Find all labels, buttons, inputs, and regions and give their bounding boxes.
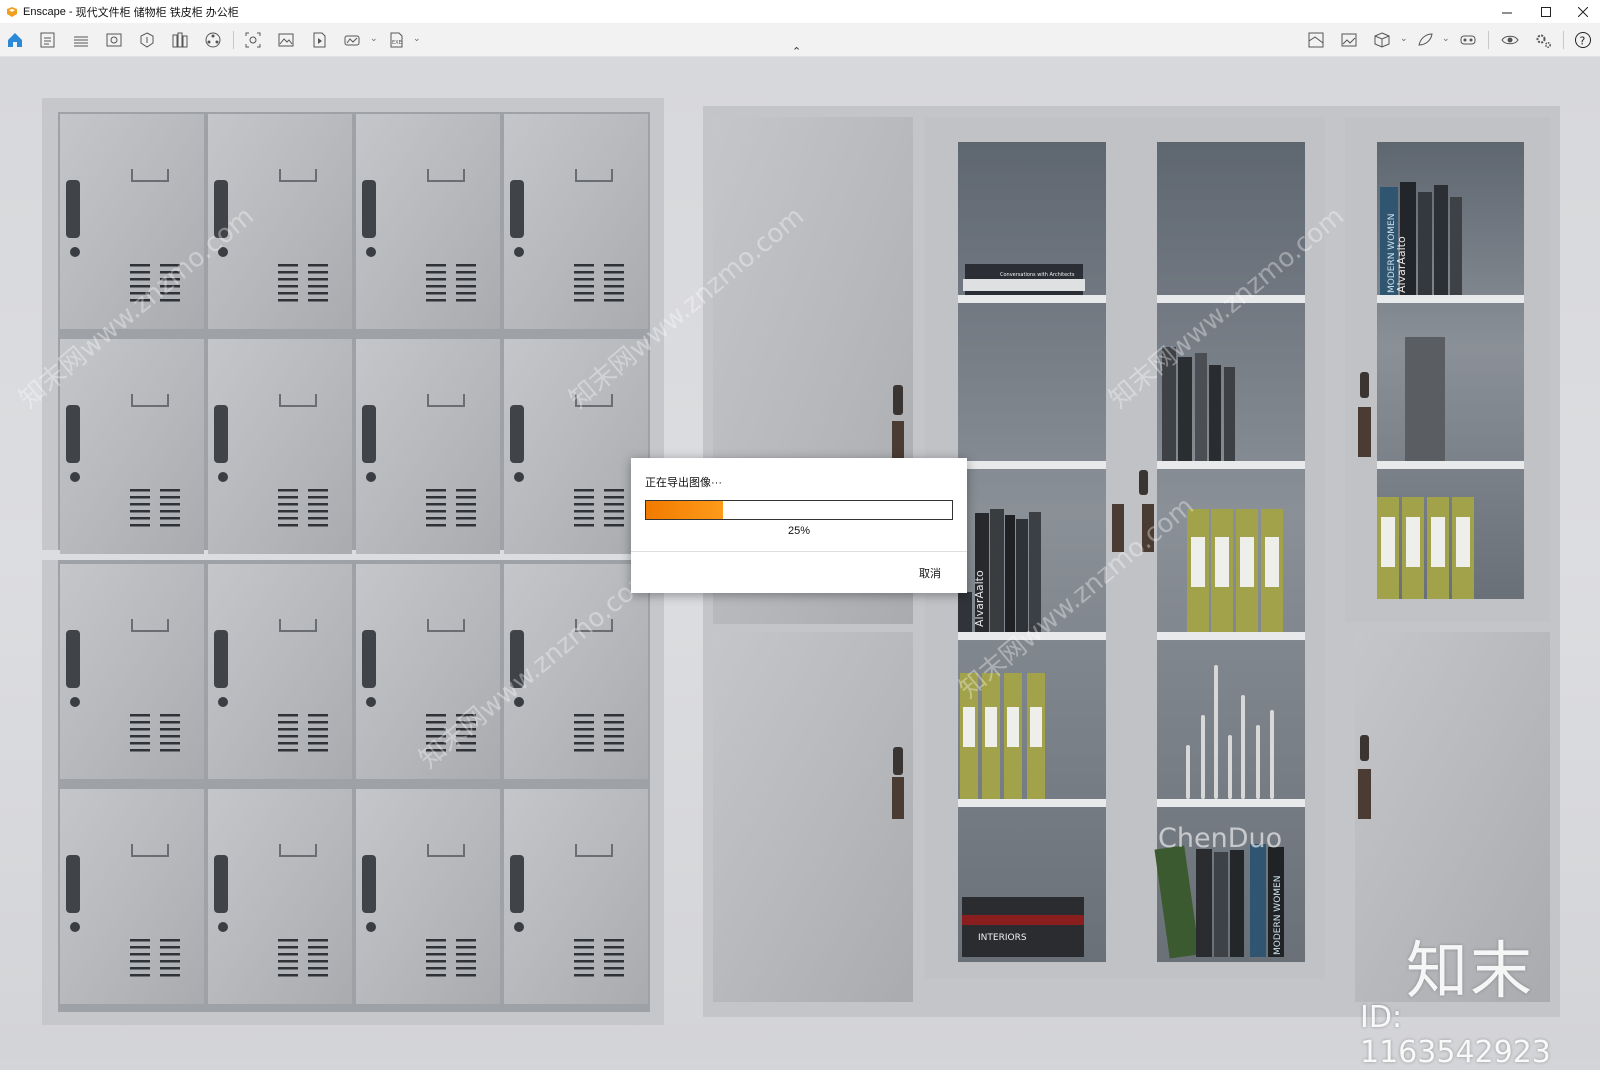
book-spine-alvaraalto: AlvarAalto: [973, 570, 986, 627]
map-icon: [1308, 32, 1324, 48]
screenshot-button[interactable]: [243, 30, 263, 50]
app-name: Enscape: [23, 5, 66, 18]
progress-percent: 25%: [787, 525, 811, 537]
vr-button[interactable]: [1458, 30, 1478, 50]
close-button[interactable]: [1566, 0, 1600, 23]
screenshot-icon: [245, 32, 261, 48]
view-icon: [106, 33, 122, 47]
cube-icon: [1374, 32, 1390, 48]
batch-render-button[interactable]: [276, 30, 296, 50]
svg-text:?: ?: [1580, 35, 1586, 48]
video-export-button[interactable]: [309, 30, 329, 50]
atmosphere-button[interactable]: [203, 30, 223, 50]
enscape-logo-icon: [7, 6, 17, 17]
svg-text:EXE: EXE: [392, 40, 402, 46]
feedback-dropdown-icon[interactable]: ⌄: [1442, 33, 1450, 44]
vr-headset-icon: [1460, 35, 1476, 45]
bim-button[interactable]: [71, 30, 91, 50]
locker-door: [504, 564, 648, 779]
progress-bar: [645, 500, 953, 520]
locker-door: [356, 789, 500, 1004]
main-toolbar: ⌄ EXE ⌄ ⌃ ⌄ ⌄ ?: [0, 23, 1600, 58]
general-settings-button[interactable]: [1533, 30, 1553, 50]
toolbar-separator: [1488, 31, 1489, 49]
eye-icon: [1501, 35, 1519, 45]
brand-watermark: 知末: [1406, 934, 1535, 1007]
locker-door: [504, 114, 648, 329]
locker-door: [60, 114, 204, 329]
panorama-button[interactable]: [342, 30, 362, 50]
bim-icon: [74, 36, 88, 47]
gear-icon: [1536, 34, 1551, 48]
locker-door: [60, 564, 204, 779]
window-titlebar: Enscape - 现代文件柜 储物柜 铁皮柜 办公柜: [0, 0, 1600, 23]
visual-settings-button[interactable]: [1500, 30, 1520, 50]
book-spine-modern-women-2: MODERN WOMEN: [1273, 876, 1283, 955]
toolbar-separator: [1563, 31, 1564, 49]
locker-cabinet: [40, 98, 666, 1025]
close-icon: [1578, 6, 1588, 17]
cube-button[interactable]: [1372, 30, 1392, 50]
video-export-icon: [313, 32, 326, 48]
exe-export-icon: EXE: [390, 32, 403, 48]
exe-export-button[interactable]: EXE: [386, 30, 406, 50]
progress-bar-fill: [646, 501, 723, 519]
project-icon: [40, 32, 55, 48]
title-separator: -: [65, 5, 76, 18]
books-bottom-left: [962, 897, 1084, 957]
dialog-title: 正在导出图像···: [645, 477, 722, 489]
cancel-button[interactable]: 取消: [919, 565, 941, 581]
books-right-bottom: [1154, 844, 1284, 959]
minimize-icon: [1502, 12, 1512, 13]
document-title: 现代文件柜 储物柜 铁皮柜 办公柜: [75, 6, 239, 19]
minimize-button[interactable]: [1488, 0, 1526, 23]
locker-door: [208, 114, 352, 329]
id-watermark: ID: 1163542923: [1360, 1000, 1551, 1070]
book-small-title: Conversations with Architects: [1000, 272, 1075, 278]
help-button[interactable]: ?: [1573, 30, 1593, 50]
feedback-button[interactable]: [1415, 30, 1435, 50]
dialog-divider: [631, 551, 967, 552]
toolbar-separator: [233, 31, 234, 49]
maximize-icon: [1541, 6, 1551, 17]
image-export-icon: [278, 33, 294, 47]
chenduo-watermark: ChenDuo: [1158, 823, 1283, 854]
locker-door: [208, 789, 352, 1004]
panorama-icon: [344, 35, 360, 46]
export-progress-dialog: 正在导出图像··· 25% 取消: [631, 458, 967, 593]
books-shelf-1: [963, 264, 1085, 295]
help-icon: ?: [1575, 32, 1591, 48]
locker-door: [356, 339, 500, 554]
image-icon: [1341, 33, 1357, 47]
locker-door: [356, 564, 500, 779]
export-dropdown-icon[interactable]: ⌄: [413, 33, 421, 44]
home-icon: [8, 33, 22, 47]
project-button[interactable]: [38, 30, 58, 50]
locker-door: [504, 789, 648, 1004]
views-button[interactable]: [104, 30, 124, 50]
book-cover-interiors: INTERIORS: [978, 933, 1027, 943]
settings-wheel-icon: [205, 32, 221, 48]
image-button[interactable]: [1339, 30, 1359, 50]
locker-door: [356, 114, 500, 329]
book-spine-modern-women: MODERN WOMEN: [1387, 214, 1397, 293]
locker-door: [208, 339, 352, 554]
assets-button[interactable]: [137, 30, 157, 50]
locker-door: [60, 339, 204, 554]
maximize-button[interactable]: [1527, 0, 1565, 23]
cube-dropdown-icon[interactable]: ⌄: [1400, 33, 1408, 44]
library-button[interactable]: [170, 30, 190, 50]
panorama-dropdown-icon[interactable]: ⌄: [370, 33, 378, 44]
library-icon: [172, 32, 188, 48]
locker-door: [60, 789, 204, 1004]
locker-door: [208, 564, 352, 779]
home-button[interactable]: [5, 30, 25, 50]
asset-icon: [140, 32, 154, 48]
map-button[interactable]: [1306, 30, 1326, 50]
feedback-icon: [1418, 33, 1433, 46]
locker-door: [504, 339, 648, 554]
